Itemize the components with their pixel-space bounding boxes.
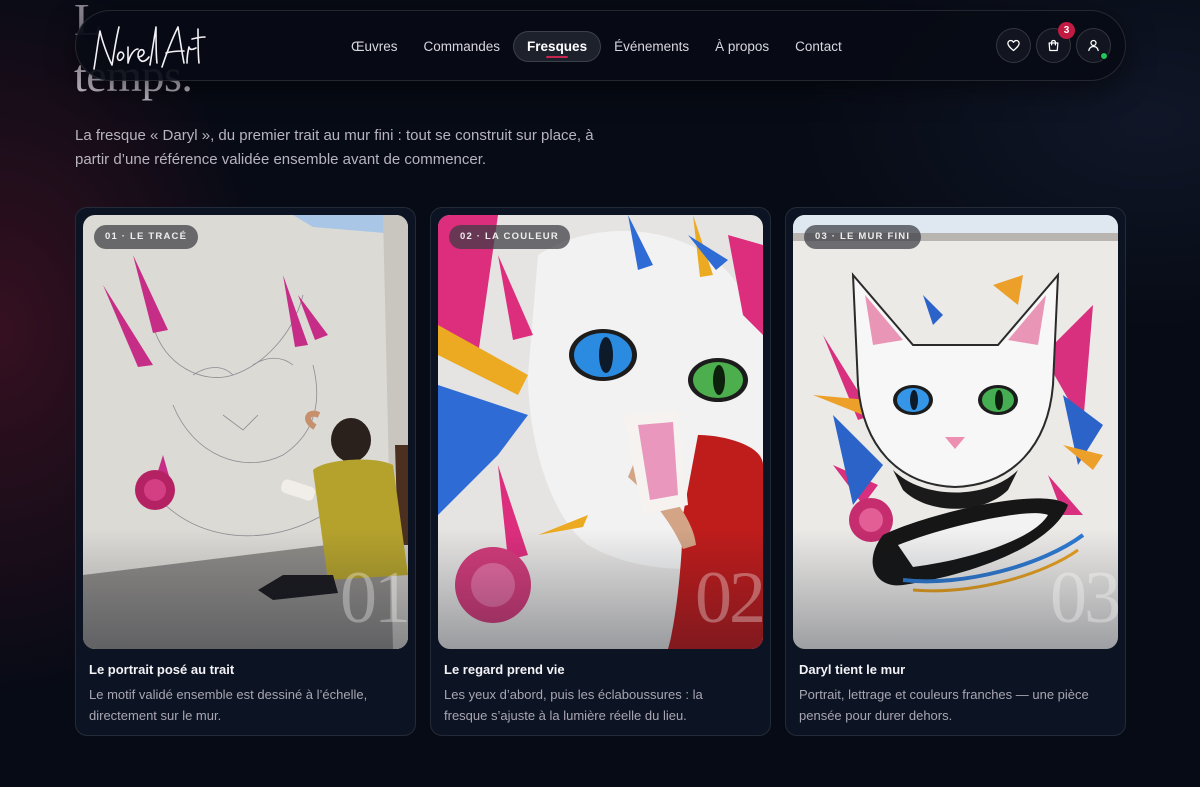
step-card-1[interactable]: 01 01 · LE TRACÉ Le portrait posé au tra… — [75, 207, 416, 736]
nav-link-contact[interactable]: Contact — [782, 31, 855, 62]
step-photo-1: 01 01 · LE TRACÉ — [83, 215, 408, 649]
step-description: Le motif validé ensemble est dessiné à l… — [89, 687, 368, 723]
heart-icon — [1007, 39, 1020, 52]
logo-signature-icon — [93, 26, 206, 70]
nav-link-fresques[interactable]: Fresques — [513, 31, 602, 62]
shopping-bag-icon — [1048, 39, 1059, 52]
step-description: Portrait, lettrage et couleurs franches … — [799, 687, 1089, 723]
online-status-dot — [1100, 52, 1108, 60]
nav-icons: 3 — [996, 22, 1111, 63]
cart-button[interactable]: 3 — [1036, 22, 1075, 63]
nav-links: Œuvres Commandes Fresques Événements À p… — [338, 31, 855, 62]
user-icon — [1088, 39, 1099, 52]
step-description: Les yeux d’abord, puis les éclaboussures… — [444, 687, 703, 723]
nav-link-oeuvres[interactable]: Œuvres — [338, 31, 411, 62]
nav-link-evenements[interactable]: Événements — [601, 31, 702, 62]
step-badge: 03 · LE MUR FINI — [804, 225, 922, 249]
step-card-3[interactable]: 03 03 · LE MUR FINI Daryl tient le mur P… — [785, 207, 1126, 736]
cart-count-badge: 3 — [1058, 22, 1075, 39]
step-photo-2: 02 02 · LA COULEUR — [438, 215, 763, 649]
step-photo-3: 03 03 · LE MUR FINI — [793, 215, 1118, 649]
step-number: 02 — [695, 557, 763, 639]
step-title: Daryl tient le mur — [799, 662, 906, 677]
step-title: Le portrait posé au trait — [89, 662, 235, 677]
nav-link-a-propos[interactable]: À propos — [702, 31, 782, 62]
step-badge: 02 · LA COULEUR — [449, 225, 570, 249]
step-number: 03 — [1050, 557, 1118, 639]
step-badge: 01 · LE TRACÉ — [94, 225, 199, 249]
fresque-steps: 01 01 · LE TRACÉ Le portrait posé au tra… — [75, 207, 1126, 736]
logo[interactable] — [86, 17, 206, 77]
main-navbar: Œuvres Commandes Fresques Événements À p… — [75, 10, 1126, 81]
favorites-button[interactable] — [996, 28, 1031, 63]
step-title: Le regard prend vie — [444, 662, 565, 677]
step-number: 01 — [340, 557, 408, 639]
intro-paragraph: La fresque « Daryl », du premier trait a… — [75, 127, 594, 168]
step-card-2[interactable]: 02 02 · LA COULEUR Le regard prend vie L… — [430, 207, 771, 736]
account-button[interactable] — [1076, 28, 1111, 63]
nav-link-commandes[interactable]: Commandes — [411, 31, 514, 62]
